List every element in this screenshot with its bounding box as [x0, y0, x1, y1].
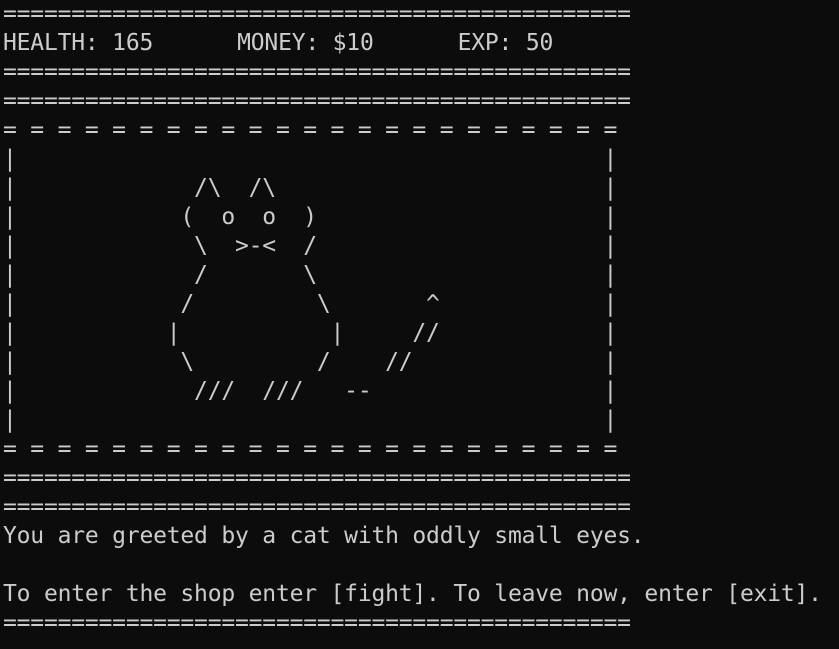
- separator-5: ========================================…: [3, 494, 631, 520]
- art-line: | |: [3, 146, 618, 172]
- money-stat: MONEY: $10: [237, 30, 374, 56]
- separator-top-1: ========================================…: [3, 1, 631, 27]
- art-line: | \ / // |: [3, 349, 618, 375]
- separator-3: ========================================…: [3, 88, 631, 114]
- art-line: | ( o o ) |: [3, 204, 618, 230]
- separator-bottom: ========================================…: [3, 610, 631, 636]
- exp-stat: EXP: 50: [457, 30, 554, 56]
- prompt-text: To enter the shop enter [fight]. To leav…: [3, 581, 822, 607]
- art-line: | \ >-< / |: [3, 233, 618, 259]
- health-stat: HEALTH: 165: [3, 30, 154, 56]
- art-line: | | | // |: [3, 320, 618, 346]
- art-line: | / \ ^ |: [3, 291, 618, 317]
- art-line: | /// /// -- |: [3, 378, 618, 404]
- separator-4: ========================================…: [3, 465, 631, 491]
- terminal-window: ========================================…: [0, 0, 839, 649]
- cat-ascii-art: = = = = = = = = = = = = = = = = = = = = …: [3, 116, 839, 464]
- art-line: | / \ |: [3, 262, 618, 288]
- separator-2: ========================================…: [3, 59, 631, 85]
- art-border-bottom: = = = = = = = = = = = = = = = = = = = = …: [3, 436, 618, 462]
- message-text: You are greeted by a cat with oddly smal…: [3, 523, 645, 549]
- art-line: | /\ /\ |: [3, 175, 618, 201]
- stats-bar: HEALTH: 165 MONEY: $10 EXP: 50: [3, 29, 839, 58]
- art-border-top: = = = = = = = = = = = = = = = = = = = = …: [3, 117, 618, 143]
- art-line: | |: [3, 407, 618, 433]
